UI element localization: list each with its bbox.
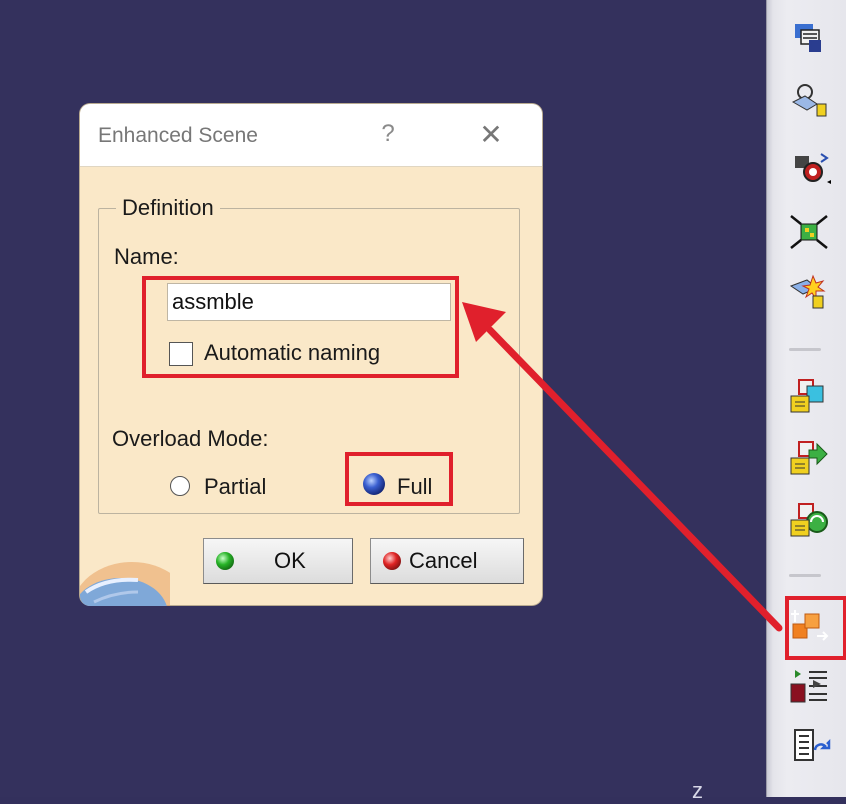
close-button[interactable]: ✕ xyxy=(476,118,506,151)
toolbar-highlight-box xyxy=(785,596,846,660)
dialog-title: Enhanced Scene xyxy=(98,124,258,147)
ok-button-label: OK xyxy=(274,548,306,573)
decorative-globe xyxy=(80,540,170,606)
fit-all-icon[interactable] xyxy=(787,212,831,252)
render-scene-icon[interactable] xyxy=(787,18,831,58)
partial-radio[interactable] xyxy=(170,476,190,496)
explode-icon[interactable] xyxy=(787,272,831,312)
full-highlight-box xyxy=(345,452,453,506)
scene-apply-icon[interactable] xyxy=(787,726,831,766)
dialog-titlebar[interactable]: Enhanced Scene ? ✕ xyxy=(80,104,542,167)
scene-copy-icon[interactable] xyxy=(787,376,831,416)
scene-browser-icon[interactable] xyxy=(787,666,831,706)
cancel-button[interactable]: Cancel xyxy=(370,538,524,584)
toolbar-separator xyxy=(789,348,821,351)
name-label: Name: xyxy=(114,244,179,269)
toolbar-separator xyxy=(789,574,821,577)
help-button[interactable]: ? xyxy=(378,120,398,148)
scene-refresh-icon[interactable] xyxy=(787,500,831,540)
overload-mode-label: Overload Mode: xyxy=(112,426,269,451)
ok-button[interactable]: OK xyxy=(203,538,353,584)
name-highlight-box xyxy=(142,276,459,378)
camera-icon[interactable] xyxy=(787,146,831,186)
definition-legend: Definition xyxy=(116,195,220,221)
cancel-button-label: Cancel xyxy=(409,548,478,573)
scene-forward-icon[interactable] xyxy=(787,438,831,478)
axis-label: z xyxy=(692,778,703,803)
green-status-icon xyxy=(216,552,234,570)
lights-icon[interactable] xyxy=(787,80,831,120)
partial-radio-label[interactable]: Partial xyxy=(204,474,266,500)
right-toolbar xyxy=(766,0,846,797)
red-status-icon xyxy=(383,552,401,570)
